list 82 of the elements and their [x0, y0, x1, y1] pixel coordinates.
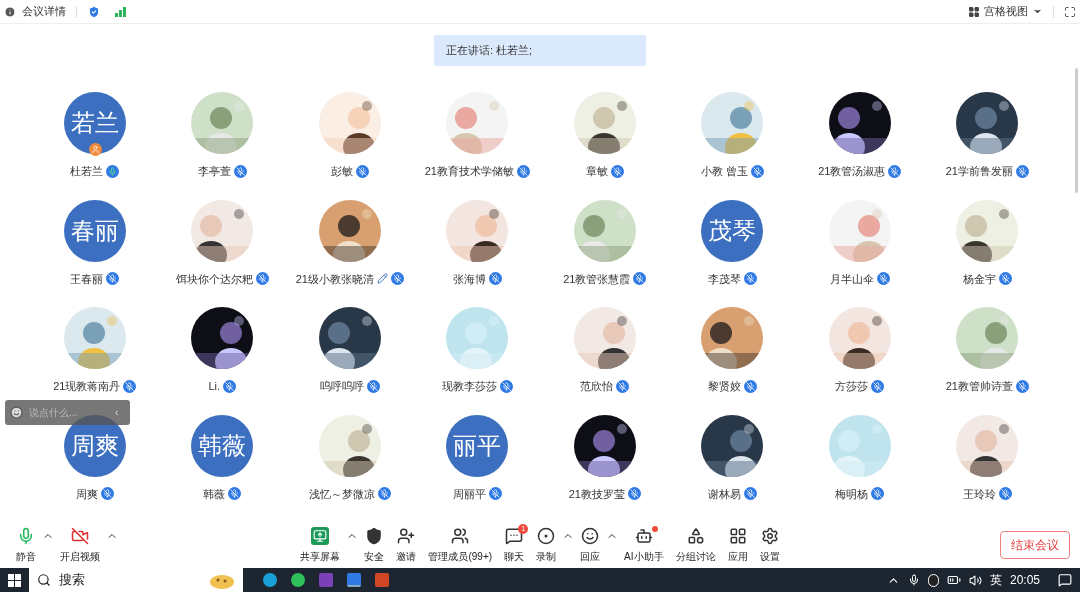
- participant-name: 谢林易: [707, 486, 741, 502]
- clock[interactable]: 20:05: [1009, 571, 1040, 589]
- emoji-icon[interactable]: [10, 406, 23, 419]
- shield-button[interactable]: 安全: [358, 526, 391, 564]
- view-menu[interactable]: 宫格视图: [968, 3, 1043, 20]
- share-button[interactable]: 共享屏幕: [294, 526, 347, 564]
- participant-name: 现教李莎莎: [441, 379, 497, 394]
- grid-icon: [728, 527, 747, 545]
- participant-name: 周爽: [75, 486, 98, 502]
- ai-button[interactable]: AI小助手: [618, 526, 670, 564]
- meeting-details-link[interactable]: 会议详情: [22, 3, 66, 20]
- participant-name: 21教管张慧霞: [563, 271, 631, 287]
- avatar: 若兰: [63, 92, 126, 154]
- participant-name: 杜若兰: [70, 164, 104, 179]
- participant-name: 21级小教张晓清: [295, 271, 374, 287]
- participant-name: Li.: [208, 379, 221, 394]
- participant-name: 王春丽: [70, 271, 104, 287]
- info-icon[interactable]: [4, 5, 16, 18]
- participant-name: 月半山伞: [829, 271, 874, 287]
- share-screen-icon: [311, 527, 330, 545]
- participant-name: 21教技罗莹: [568, 486, 625, 502]
- participant-name: 方莎莎: [835, 379, 869, 394]
- shield-icon[interactable]: [87, 4, 101, 19]
- smile-icon: [581, 527, 600, 545]
- participant-name: 王玲玲: [962, 486, 996, 502]
- signal-icon: [115, 6, 127, 17]
- shield-icon: [365, 527, 384, 545]
- avatar: 丽平: [446, 414, 509, 477]
- members-button[interactable]: 管理成员(99+): [422, 526, 499, 564]
- participant-name: 21教管帅诗萱: [945, 379, 1013, 394]
- participant-name: 李茂琴: [707, 271, 741, 287]
- taskbar-search[interactable]: 搜索: [29, 568, 243, 592]
- participant-name: 小教 曾玉: [700, 164, 748, 179]
- record-icon: [537, 527, 556, 545]
- users-icon: [451, 527, 470, 545]
- participant-name: 梅明杨: [835, 486, 869, 502]
- grid-icon: [968, 5, 980, 18]
- participant-name: 杨金宇: [962, 271, 996, 287]
- avatar: 韩薇: [191, 414, 254, 477]
- participant-name: 呜呼呜呼: [319, 379, 364, 394]
- chat-bubble-icon: [505, 527, 524, 545]
- invite-button[interactable]: 邀请: [390, 526, 423, 564]
- input-method[interactable]: 英: [989, 571, 1002, 589]
- participant-name: 李亭萱: [197, 164, 231, 179]
- fullscreen-icon[interactable]: [1064, 5, 1076, 18]
- participant-name: 章敏: [585, 164, 608, 179]
- participant-name: 21教育技术学储敏: [424, 164, 514, 179]
- robot-icon: [634, 527, 653, 545]
- volume-icon[interactable]: [968, 573, 982, 587]
- participant-name: 饵块你个达尔粑: [175, 271, 253, 287]
- avatar: 茂琴: [701, 199, 764, 262]
- avatar: 春丽: [63, 199, 126, 262]
- scrollbar[interactable]: [1075, 68, 1078, 193]
- participant-name: 张海博: [452, 271, 486, 287]
- apps-button[interactable]: 应用: [721, 526, 754, 564]
- notification-icon[interactable]: [1058, 573, 1072, 587]
- participant-name: 韩薇: [203, 486, 226, 502]
- battery-icon[interactable]: [946, 573, 961, 587]
- participant-name: 黎贤姣: [707, 379, 741, 394]
- participant-name: 21教管汤淑惠: [818, 164, 886, 179]
- mic-button[interactable]: 静音: [10, 526, 42, 564]
- add-user-icon: [397, 527, 416, 545]
- windows-logo-icon[interactable]: [8, 573, 21, 587]
- participant-name: 范欣怡: [580, 379, 614, 394]
- video-button[interactable]: 开启视频: [54, 526, 106, 564]
- breakout-button[interactable]: 分组讨论: [669, 526, 722, 564]
- mic-icon[interactable]: [907, 574, 920, 586]
- shapes-icon: [686, 527, 705, 545]
- participant-name: 浅忆～梦微凉: [308, 486, 375, 502]
- participant-name: 21现教蒋南丹: [53, 379, 121, 394]
- settings-button[interactable]: 设置: [753, 526, 786, 564]
- video-off-icon: [71, 527, 89, 545]
- speaker-banner: 正在讲话: 杜若兰;: [434, 35, 646, 66]
- search-icon: [37, 573, 51, 587]
- participant-name: 彭敏: [330, 164, 353, 179]
- end-meeting-button[interactable]: 结束会议: [1000, 531, 1070, 559]
- participant-name: 周丽平: [452, 486, 486, 502]
- react-button[interactable]: 回应: [574, 526, 607, 564]
- mic-icon: [17, 527, 35, 545]
- record-button[interactable]: 录制: [530, 526, 563, 564]
- settings-icon: [760, 527, 779, 545]
- participant-name: 21学前鲁发丽: [945, 164, 1013, 179]
